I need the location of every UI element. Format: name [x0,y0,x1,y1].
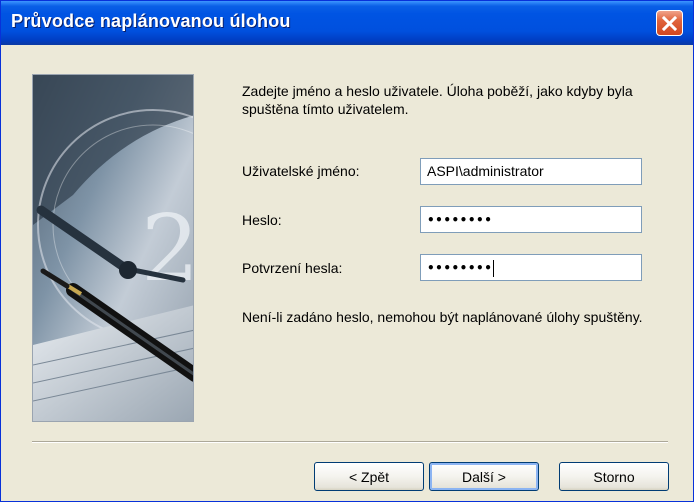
confirm-password-label: Potvrzení hesla: [242,260,343,276]
svg-text:2: 2 [141,195,194,302]
password-note: Není-li zadáno heslo, nemohou být naplán… [242,309,643,325]
title-bar[interactable]: Průvodce naplánovanou úlohou [1,1,693,45]
next-button[interactable]: Další > [429,462,539,491]
close-button[interactable] [656,10,683,36]
close-icon [662,15,677,31]
password-field[interactable]: •••••••• [420,206,642,233]
wizard-illustration: 2 [32,74,194,422]
cancel-button[interactable]: Storno [559,462,669,491]
clock-pen-illustration: 2 [33,75,194,421]
button-separator [32,441,668,443]
wizard-window: Průvodce naplánovanou úlohou 2 Zadejte j… [0,0,694,502]
confirm-password-mask: •••••••• [427,261,493,275]
intro-text: Zadejte jméno a heslo uživatele. Úloha p… [242,83,633,117]
username-value: ASPI\administrator [427,163,544,179]
text-caret [493,259,495,277]
username-label: Uživatelské jméno: [242,163,360,179]
password-mask: •••••••• [427,213,493,227]
back-button[interactable]: < Zpět [314,462,424,491]
username-field[interactable]: ASPI\administrator [420,158,642,185]
confirm-password-field[interactable]: •••••••• [420,254,642,281]
password-label: Heslo: [242,212,282,228]
window-title: Průvodce naplánovanou úlohou [11,11,291,31]
